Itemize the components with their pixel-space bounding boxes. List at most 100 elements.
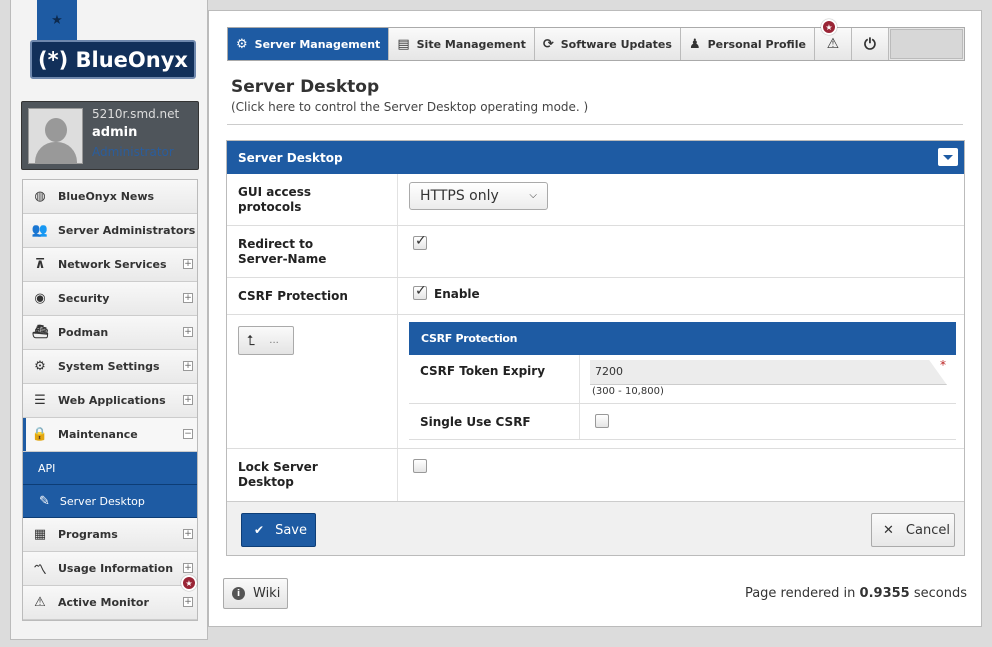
sidebar-subitem-server-desktop[interactable]: ✎ Server Desktop: [23, 485, 197, 518]
chip-icon: ▦: [33, 527, 47, 542]
sidebar-item-label: Active Monitor: [58, 596, 149, 609]
save-button[interactable]: ✔ Save: [241, 513, 316, 547]
settings-panel: Server Desktop GUI access protocols HTTP…: [226, 140, 965, 556]
expand-icon[interactable]: +: [183, 563, 193, 573]
user-host: 5210r.smd.net: [92, 107, 180, 121]
expand-icon[interactable]: +: [183, 529, 193, 539]
sidebar-item-programs[interactable]: ▦ Programs +: [23, 518, 197, 552]
sidebar-item-label: Podman: [58, 326, 109, 339]
gui-protocols-select[interactable]: HTTPS only ⌵: [409, 182, 548, 210]
sidebar-item-usage-information[interactable]: 〽 Usage Information +: [23, 552, 197, 586]
gear-icon: ⚙: [236, 36, 248, 52]
star-icon: ★: [51, 12, 63, 28]
single-use-checkbox[interactable]: [595, 414, 609, 428]
sidebar-item-security[interactable]: ◉ Security +: [23, 282, 197, 316]
warning-icon: ⚠: [826, 36, 840, 52]
panel-header: Server Desktop: [227, 141, 964, 174]
field-label: Lock Server Desktop: [238, 460, 318, 489]
sidebar-item-label: System Settings: [58, 360, 160, 373]
user-name: admin: [92, 125, 138, 140]
bookmark-ribbon[interactable]: ★: [37, 0, 77, 48]
sidebar-item-label: BlueOnyx News: [58, 190, 155, 203]
star-icon: ★: [825, 22, 833, 32]
field-label: GUI access protocols: [238, 185, 311, 214]
main-content: ⚙ Server Management ▤ Site Management ⟳ …: [208, 10, 982, 627]
csrf-enable-checkbox[interactable]: [413, 283, 427, 300]
cancel-button[interactable]: ✕ Cancel: [871, 513, 955, 547]
lock-checkbox[interactable]: [413, 459, 427, 473]
expand-icon[interactable]: +: [183, 259, 193, 269]
user-icon: ♟: [688, 36, 701, 52]
row-redirect: Redirect to Server-Name: [227, 226, 964, 278]
sidebar-item-maintenance[interactable]: 🔒 Maintenance −: [23, 418, 197, 452]
sidebar-item-podman[interactable]: ⛴ Podman +: [23, 316, 197, 350]
sidebar-item-server-administrators[interactable]: 👥 Server Administrators: [23, 214, 197, 248]
collapse-icon[interactable]: −: [183, 429, 193, 439]
row-lock: Lock Server Desktop: [227, 449, 964, 501]
grid-icon: ▤: [397, 36, 410, 52]
cancel-label: Cancel: [905, 522, 950, 538]
sidebar: ★ (*) BlueOnyx 5210r.smd.net admin Admin…: [10, 0, 208, 640]
tab-label: Site Management: [416, 37, 526, 51]
chevron-down-icon: ⌵: [529, 190, 537, 201]
sidebar-item-label: Network Services: [58, 258, 167, 271]
sidebar-subitem-api[interactable]: API: [23, 452, 197, 485]
tab-personal-profile[interactable]: ♟ Personal Profile: [680, 28, 815, 60]
tab-label: Software Updates: [560, 37, 672, 51]
alert-badge[interactable]: ★: [821, 19, 837, 35]
tab-label: Personal Profile: [707, 37, 806, 51]
redirect-checkbox[interactable]: [413, 233, 427, 250]
render-time: Page rendered in 0.9355 seconds: [744, 586, 967, 601]
page-hint[interactable]: (Click here to control the Server Deskto…: [231, 100, 588, 114]
wiki-button[interactable]: i Wiki: [223, 578, 288, 609]
alert-badge[interactable]: ★: [181, 575, 197, 591]
sidebar-item-label: Maintenance: [58, 428, 138, 441]
blueonyx-logo[interactable]: (*) BlueOnyx: [30, 40, 196, 79]
container-icon: ⛴: [31, 325, 49, 340]
back-button[interactable]: ⮤ ...: [238, 326, 294, 355]
tab-label: Server Management: [254, 37, 381, 51]
sidebar-item-system-settings[interactable]: ⚙ System Settings +: [23, 350, 197, 384]
star-icon: ★: [185, 578, 193, 588]
csrf-enable-label: Enable: [434, 287, 480, 301]
sidebar-item-web-applications[interactable]: ☰ Web Applications +: [23, 384, 197, 418]
collapse-toggle[interactable]: [938, 148, 958, 166]
sidebar-item-label: Usage Information: [58, 562, 174, 575]
page-title: Server Desktop: [231, 77, 380, 97]
sidebar-item-label: Server Administrators: [58, 224, 196, 237]
expand-icon[interactable]: +: [183, 361, 193, 371]
csrf-expiry-range: (300 - 10,800): [592, 386, 664, 397]
sidebar-subitem-label: API: [38, 461, 56, 475]
sidebar-item-active-monitor[interactable]: ⚠ Active Monitor +: [23, 586, 197, 620]
row-csrf: CSRF Protection Enable: [227, 278, 964, 315]
refresh-icon: ⟳: [542, 36, 554, 52]
csrf-expiry-input[interactable]: 7200: [590, 360, 947, 385]
sidebar-item-label: Security: [58, 292, 110, 305]
user-role-link[interactable]: Administrator: [92, 145, 174, 159]
network-icon: ⊼: [34, 257, 46, 272]
power-icon: ⏻: [864, 35, 876, 53]
expand-icon[interactable]: +: [183, 395, 193, 405]
expand-icon[interactable]: +: [183, 327, 193, 337]
row-gui-protocols: GUI access protocols HTTPS only ⌵: [227, 174, 964, 226]
row-csrf-settings: ⮤ ... CSRF Protection CSRF Token Expiry …: [227, 315, 964, 449]
tab-logout[interactable]: ⏻: [851, 28, 889, 60]
sidebar-subitem-label: Server Desktop: [59, 494, 145, 508]
expand-icon[interactable]: +: [183, 597, 193, 607]
form-actions: ✔ Save ✕ Cancel: [227, 501, 964, 555]
users-icon: 👥: [31, 223, 49, 238]
tab-software-updates[interactable]: ⟳ Software Updates: [534, 28, 681, 60]
sidebar-item-network-services[interactable]: ⊼ Network Services +: [23, 248, 197, 282]
gear-icon: ⚙: [34, 359, 46, 374]
chart-icon: 〽: [33, 563, 47, 578]
sidebar-item-blueonyx-news[interactable]: ◍ BlueOnyx News: [23, 180, 197, 214]
panel-title: Server Desktop: [238, 150, 343, 165]
field-label: CSRF Token Expiry: [420, 364, 546, 378]
sidebar-item-label: Web Applications: [58, 394, 166, 407]
field-label: Redirect to Server-Name: [238, 237, 327, 266]
close-icon: ✕: [883, 522, 894, 538]
tab-server-management[interactable]: ⚙ Server Management: [228, 28, 390, 60]
csrf-sub-panel: CSRF Protection CSRF Token Expiry 7200 *…: [409, 322, 956, 442]
tab-site-management[interactable]: ▤ Site Management: [389, 28, 535, 60]
expand-icon[interactable]: +: [183, 293, 193, 303]
